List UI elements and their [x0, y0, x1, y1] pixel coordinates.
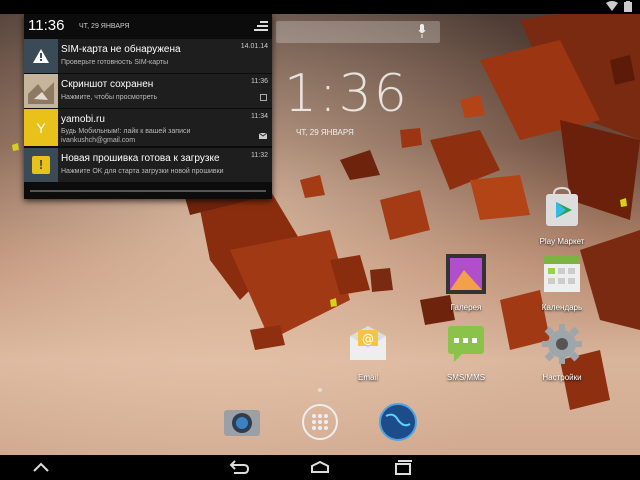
app-settings[interactable]: Настройки [532, 322, 592, 382]
app-label: SMS/MMS [446, 373, 486, 382]
app-label: Email [357, 373, 378, 382]
notification-title: Новая прошивка готова к загрузке [61, 153, 220, 164]
notification-title: Скриншот сохранен [61, 79, 154, 90]
page-indicator [318, 388, 322, 392]
screenshot-thumbnail [24, 74, 58, 108]
notification-text: Будь Мобильным!: лайк к вашей записи [61, 128, 191, 135]
wifi-icon [606, 1, 618, 11]
notification-text: Проверьте готовность SIM-карты [61, 59, 169, 66]
play-store-icon [546, 186, 578, 226]
yamobi-icon: Y [24, 109, 58, 146]
notification-time: 14.01.14 [240, 43, 268, 50]
calendar-icon [544, 256, 580, 292]
app-calendar[interactable]: Календарь [532, 252, 592, 312]
notification-time: 11:34 [251, 113, 268, 120]
shade-date: ЧТ, 29 ЯНВАРЯ [79, 23, 130, 30]
app-play-market[interactable]: Play Маркет [532, 186, 592, 246]
notification-account: ivankushch@gmail.com [61, 137, 136, 144]
image-icon [260, 94, 267, 101]
notification-text: Нажмите OK для старта загрузки новой про… [61, 168, 224, 175]
shade-header: 11:36 ЧТ, 29 ЯНВАРЯ [24, 14, 272, 38]
notification-time: 11:36 [251, 78, 268, 85]
clear-all-icon[interactable] [254, 19, 268, 33]
browser-icon[interactable] [378, 402, 418, 442]
sms-icon [448, 326, 484, 362]
app-sms[interactable]: SMS/MMS [436, 322, 496, 382]
notification-screenshot[interactable]: Скриншот сохранен Нажмите, чтобы просмот… [24, 74, 272, 108]
notification-firmware[interactable]: ! Новая прошивка готова к загрузке Нажми… [24, 148, 272, 182]
shade-scroll-handle[interactable] [30, 190, 266, 192]
mail-icon [259, 133, 267, 139]
home-clock-time[interactable]: 1:36 [284, 64, 409, 124]
gallery-icon [446, 254, 486, 294]
navigation-bar [0, 455, 640, 480]
notification-text: Нажмите, чтобы просмотреть [61, 94, 158, 101]
shade-time: 11:36 [28, 17, 65, 34]
recents-icon[interactable] [388, 459, 418, 475]
notification-sim[interactable]: SIM-карта не обнаружена Проверьте готовн… [24, 39, 272, 73]
google-search-bar[interactable] [276, 21, 440, 43]
microphone-icon[interactable] [418, 24, 426, 38]
notification-time: 11:32 [251, 152, 268, 159]
hide-icon[interactable] [26, 459, 56, 475]
app-label: Настройки [542, 373, 582, 382]
camera-icon[interactable] [222, 402, 262, 442]
svg-text:@: @ [362, 332, 374, 346]
home-icon[interactable] [305, 459, 335, 475]
app-gallery[interactable]: Галерея [436, 252, 496, 312]
status-bar [0, 0, 640, 14]
notification-title: SIM-карта не обнаружена [61, 44, 181, 55]
settings-gear-icon [542, 324, 582, 364]
notification-shade[interactable]: 11:36 ЧТ, 29 ЯНВАРЯ SIM-карта не обнаруж… [24, 14, 272, 199]
update-icon: ! [24, 148, 58, 182]
app-label: Галерея [450, 303, 482, 312]
app-drawer-icon[interactable] [300, 402, 340, 442]
app-email[interactable]: @ Email [338, 322, 398, 382]
home-clock-date: ЧТ, 29 ЯНВАРЯ [296, 128, 354, 137]
battery-icon [624, 1, 632, 12]
warning-icon [24, 39, 58, 73]
app-label: Календарь [541, 303, 583, 312]
back-icon[interactable] [222, 459, 252, 475]
email-icon: @ [350, 326, 386, 360]
app-label: Play Маркет [539, 237, 585, 246]
notification-yamobi[interactable]: Y yamobi.ru Будь Мобильным!: лайк к ваше… [24, 109, 272, 146]
notification-title: yamobi.ru [61, 114, 105, 125]
